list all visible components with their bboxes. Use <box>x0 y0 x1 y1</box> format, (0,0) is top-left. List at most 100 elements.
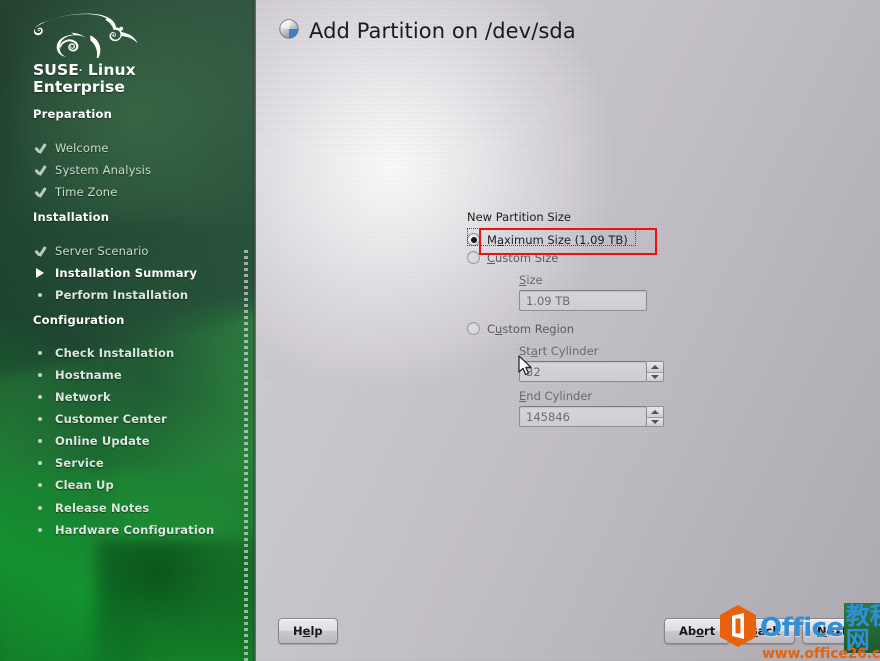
sidebar-item-online-update[interactable]: Online Update <box>33 433 150 449</box>
new-partition-size-form: New Partition Size Maximum Size (1.09 TB… <box>467 210 717 427</box>
abort-button-label: Abort <box>679 624 716 638</box>
bullet-icon <box>33 395 47 399</box>
sidebar-item-label: Clean Up <box>55 478 114 492</box>
spin-up-button[interactable] <box>647 407 663 417</box>
brand-suse: SUSE <box>33 61 79 79</box>
bullet-icon <box>33 293 47 297</box>
abort-button[interactable]: Abort <box>664 618 731 644</box>
start-cylinder-spinner[interactable]: 32 <box>519 361 717 382</box>
radio-maximum-size[interactable] <box>467 233 480 246</box>
brand-title: SUSE. Linux Enterprise <box>33 61 243 97</box>
arrow-right-icon <box>33 268 47 278</box>
nav-heading-installation: Installation <box>33 210 110 224</box>
sidebar-item-hostname[interactable]: Hostname <box>33 367 122 383</box>
sidebar-item-label: Release Notes <box>55 501 150 515</box>
radio-label-custom-size: Custom Size <box>487 250 559 265</box>
check-icon <box>33 165 47 176</box>
end-cylinder-label: End Cylinder <box>519 389 593 403</box>
bullet-icon <box>33 439 47 443</box>
sidebar-item-label: System Analysis <box>55 163 152 177</box>
sidebar-item-label: Installation Summary <box>55 266 198 280</box>
yast-partition-icon <box>278 18 300 44</box>
end-cylinder-value: 145846 <box>526 409 570 424</box>
size-field-label: Size <box>519 273 543 287</box>
bullet-icon <box>33 351 47 355</box>
check-icon <box>33 187 47 198</box>
size-field-block: Size 1.09 TB <box>467 273 717 311</box>
spin-up-button[interactable] <box>647 362 663 372</box>
radio-row-maximum-size[interactable]: Maximum Size (1.09 TB) <box>467 228 717 248</box>
sidebar-item-time-zone[interactable]: Time Zone <box>33 184 117 200</box>
sidebar-item-label: Online Update <box>55 434 150 448</box>
sidebar-item-release-notes[interactable]: Release Notes <box>33 500 149 516</box>
installer-screen: SUSE. Linux Enterprise Preparation Welco… <box>0 0 880 661</box>
back-button-label: Back <box>749 624 780 638</box>
end-cylinder-field-block: End Cylinder 145846 <box>467 389 717 427</box>
sidebar-item-label: Customer Center <box>55 412 167 426</box>
start-cylinder-spin-buttons[interactable] <box>647 361 664 382</box>
sidebar-item-system-analysis[interactable]: System Analysis <box>33 162 151 178</box>
check-icon <box>33 143 47 154</box>
radio-label-maximum-size: Maximum Size (1.09 TB) <box>487 232 628 247</box>
sidebar-leaf-band-3 <box>0 470 256 661</box>
page-header: Add Partition on /dev/sda <box>256 0 880 62</box>
sidebar-item-clean-up[interactable]: Clean Up <box>33 477 114 493</box>
triangle-down-icon <box>651 374 659 379</box>
sidebar-item-label: Check Installation <box>55 346 175 360</box>
radio-row-custom-size[interactable]: Custom Size <box>467 249 717 266</box>
sidebar-item-label: Hardware Configuration <box>55 523 215 537</box>
check-icon <box>33 246 47 257</box>
back-button[interactable]: Back <box>734 618 795 644</box>
triangle-up-icon <box>651 409 659 414</box>
radio-custom-region[interactable] <box>467 322 480 335</box>
sidebar-item-service[interactable]: Service <box>33 455 104 471</box>
help-button-label: Help <box>293 624 323 638</box>
nav-heading-configuration: Configuration <box>33 313 125 327</box>
sidebar-leaf-band-2 <box>85 275 256 661</box>
sidebar: SUSE. Linux Enterprise Preparation Welco… <box>0 0 256 661</box>
sidebar-item-label: Network <box>55 390 111 404</box>
sidebar-item-label: Time Zone <box>55 185 118 199</box>
radio-row-custom-region[interactable]: Custom Region <box>467 320 717 337</box>
radio-custom-size[interactable] <box>467 251 480 264</box>
sidebar-item-customer-center[interactable]: Customer Center <box>33 411 167 427</box>
nav-heading-preparation: Preparation <box>33 107 113 121</box>
start-cylinder-value: 32 <box>526 364 541 379</box>
end-cylinder-spin-buttons[interactable] <box>647 406 664 427</box>
sidebar-item-hardware-configuration[interactable]: Hardware Configuration <box>33 522 214 538</box>
spin-down-button[interactable] <box>647 371 663 381</box>
sidebar-item-network[interactable]: Network <box>33 389 111 405</box>
size-input-value: 1.09 TB <box>526 293 571 308</box>
bullet-icon <box>33 417 47 421</box>
sidebar-item-label: Server Scenario <box>55 244 149 258</box>
triangle-up-icon <box>651 364 659 369</box>
end-cylinder-spinner[interactable]: 145846 <box>519 406 717 427</box>
bullet-icon <box>33 483 47 487</box>
sidebar-item-label: Perform Installation <box>55 288 189 302</box>
start-cylinder-label: Start Cylinder <box>519 344 599 358</box>
page-title: Add Partition on /dev/sda <box>309 19 576 43</box>
sidebar-item-installation-summary[interactable]: Installation Summary <box>33 265 197 281</box>
suse-chameleon-logo <box>30 12 140 58</box>
sidebar-item-label: Hostname <box>55 368 122 382</box>
bullet-icon <box>33 373 47 377</box>
next-button-label: Next <box>817 624 848 638</box>
size-input[interactable]: 1.09 TB <box>519 290 647 311</box>
sidebar-item-server-scenario[interactable]: Server Scenario <box>33 243 149 259</box>
sidebar-leaf-shadow <box>96 540 256 661</box>
brand-enterprise: Enterprise <box>33 78 125 97</box>
bullet-icon <box>33 461 47 465</box>
brand-linux: Linux <box>82 61 136 79</box>
help-button[interactable]: Help <box>278 618 338 644</box>
end-cylinder-input[interactable]: 145846 <box>519 406 647 427</box>
spin-down-button[interactable] <box>647 416 663 426</box>
bullet-icon <box>33 506 47 510</box>
sidebar-item-welcome[interactable]: Welcome <box>33 140 109 156</box>
main-panel: Add Partition on /dev/sda New Partition … <box>256 0 880 661</box>
sidebar-item-perform-installation[interactable]: Perform Installation <box>33 287 188 303</box>
next-button[interactable]: Next <box>802 618 863 644</box>
sidebar-item-check-installation[interactable]: Check Installation <box>33 345 174 361</box>
triangle-down-icon <box>651 419 659 424</box>
start-cylinder-input[interactable]: 32 <box>519 361 647 382</box>
form-group-title: New Partition Size <box>467 210 571 224</box>
